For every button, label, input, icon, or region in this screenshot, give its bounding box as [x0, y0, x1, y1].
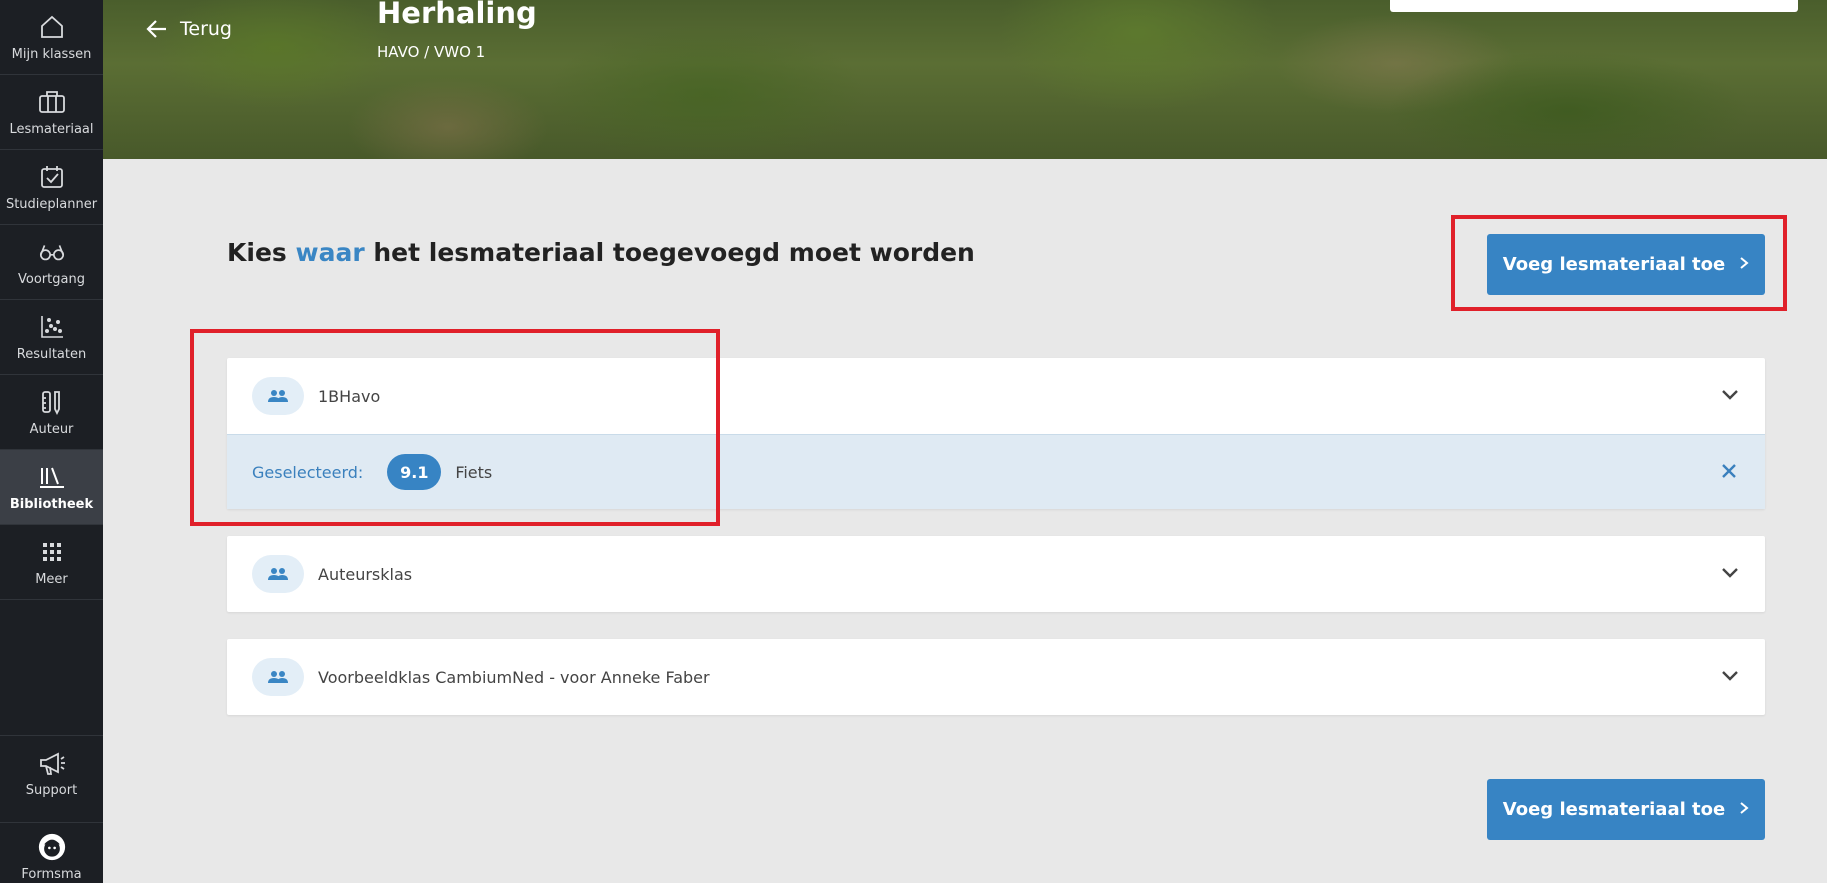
sidebar: Mijn klassen Lesmateriaal Studieplanner …: [0, 0, 103, 883]
sidebar-item-lesmateriaal[interactable]: Lesmateriaal: [0, 75, 103, 150]
group-icon: [252, 555, 304, 593]
add-material-label: Voeg lesmateriaal toe: [1502, 799, 1726, 820]
calendar-check-icon: [38, 163, 66, 191]
chevron-down-icon[interactable]: [1721, 564, 1739, 583]
sidebar-item-label: Auteur: [29, 421, 74, 437]
sidebar-item-bibliotheek[interactable]: Bibliotheek: [0, 450, 103, 525]
sidebar-item-meer[interactable]: Meer: [0, 525, 103, 600]
close-icon[interactable]: [1721, 463, 1737, 483]
sidebar-item-label: Formsma: [21, 867, 82, 882]
back-button[interactable]: Terug: [146, 14, 232, 44]
page-subtitle: HAVO / VWO 1: [377, 43, 486, 61]
sidebar-item-label: Support: [25, 782, 78, 798]
class-header[interactable]: Voorbeeldklas CambiumNed - voor Anneke F…: [227, 639, 1765, 715]
sidebar-item-label: Studieplanner: [5, 196, 98, 212]
header-banner: [103, 0, 1827, 159]
sidebar-item-label: Resultaten: [16, 346, 87, 362]
chevron-down-icon[interactable]: [1721, 667, 1739, 686]
back-label: Terug: [180, 18, 232, 40]
highlight-box-add-button: [1451, 215, 1787, 311]
highlight-box-class-selection: [190, 329, 720, 526]
sidebar-item-label: Voortgang: [18, 271, 85, 287]
chevron-right-icon: [1739, 799, 1749, 820]
add-material-button-bottom[interactable]: Voeg lesmateriaal toe: [1487, 779, 1765, 840]
sidebar-item-support[interactable]: Support: [0, 735, 103, 810]
sidebar-item-label: Bibliotheek: [9, 496, 94, 512]
author-tools-icon: [38, 388, 66, 416]
sidebar-item-auteur[interactable]: Auteur: [0, 375, 103, 450]
heading-highlight: waar: [295, 238, 365, 267]
class-header[interactable]: Auteursklas: [227, 536, 1765, 612]
megaphone-icon: [38, 749, 66, 777]
briefcase-icon: [38, 88, 66, 116]
class-name: Auteursklas: [318, 564, 413, 584]
library-icon: [38, 463, 66, 491]
page-title: Herhaling: [377, 0, 537, 30]
home-icon: [38, 13, 66, 41]
heading-text-post: het lesmateriaal toegevoegd moet worden: [364, 238, 975, 267]
class-name: Voorbeeldklas CambiumNed - voor Anneke F…: [318, 667, 710, 687]
glasses-icon: [38, 238, 66, 266]
heading-text-pre: Kies: [227, 238, 296, 267]
arrow-left-icon: [146, 20, 166, 38]
sidebar-item-resultaten[interactable]: Resultaten: [0, 300, 103, 375]
sidebar-item-label: Lesmateriaal: [9, 121, 94, 137]
grid-icon: [38, 538, 66, 566]
chevron-down-icon[interactable]: [1721, 386, 1739, 405]
sidebar-item-label: Meer: [35, 571, 68, 587]
sidebar-item-mijn-klassen[interactable]: Mijn klassen: [0, 0, 103, 75]
avatar-icon: [38, 833, 66, 861]
sidebar-item-voortgang[interactable]: Voortgang: [0, 225, 103, 300]
class-card-voorbeeldklas: Voorbeeldklas CambiumNed - voor Anneke F…: [227, 639, 1765, 715]
scatter-chart-icon: [38, 313, 66, 341]
sidebar-item-studieplanner[interactable]: Studieplanner: [0, 150, 103, 225]
search-input[interactable]: [1390, 0, 1798, 12]
instruction-heading: Kies waar het lesmateriaal toegevoegd mo…: [227, 238, 975, 267]
sidebar-item-label: Mijn klassen: [11, 46, 92, 62]
group-icon: [252, 658, 304, 696]
sidebar-item-profile[interactable]: Formsma: [0, 822, 103, 883]
class-card-auteursklas: Auteursklas: [227, 536, 1765, 612]
